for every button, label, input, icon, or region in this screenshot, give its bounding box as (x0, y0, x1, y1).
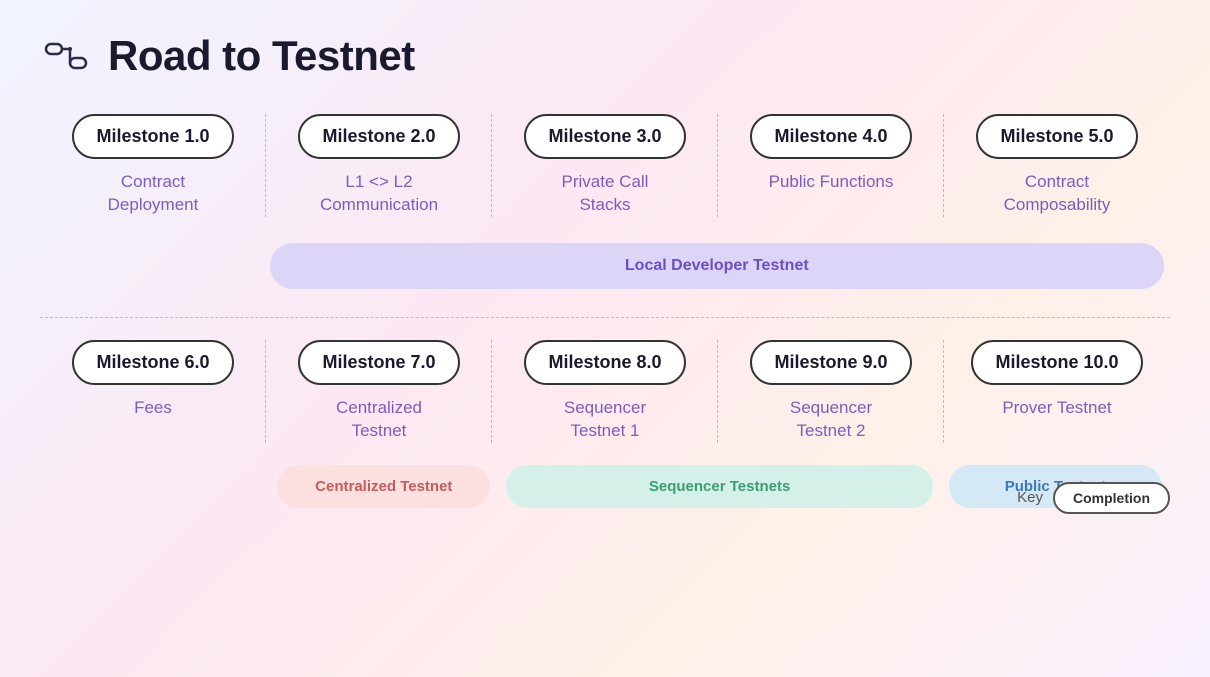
milestone-7-label: CentralizedTestnet (336, 397, 422, 443)
page-header: Road to Testnet (40, 30, 1170, 82)
milestone-col-4: Milestone 4.0 Public Functions (718, 114, 944, 217)
milestone-col-3: Milestone 3.0 Private CallStacks (492, 114, 718, 217)
milestone-3-badge: Milestone 3.0 (524, 114, 685, 159)
milestone-6-label: Fees (134, 397, 172, 420)
milestone-10-badge: Milestone 10.0 (971, 340, 1142, 385)
milestone-4-badge: Milestone 4.0 (750, 114, 911, 159)
milestone-1-label: ContractDeployment (108, 171, 199, 217)
milestone-col-2: Milestone 2.0 L1 <> L2Communication (266, 114, 492, 217)
bottom-bands-row: Centralized Testnet Sequencer Testnets P… (40, 461, 1170, 512)
local-dev-band-row: Local Developer Testnet (40, 233, 1170, 299)
key-completion-pill: Completion (1053, 482, 1170, 514)
key-area: Key Completion (1017, 482, 1170, 514)
milestone-7-badge: Milestone 7.0 (298, 340, 459, 385)
page-title: Road to Testnet (108, 32, 415, 80)
centralized-testnet-band: Centralized Testnet (277, 465, 490, 508)
milestone-5-badge: Milestone 5.0 (976, 114, 1137, 159)
milestone-6-badge: Milestone 6.0 (72, 340, 233, 385)
milestone-9-label: SequencerTestnet 2 (790, 397, 872, 443)
milestone-col-9: Milestone 9.0 SequencerTestnet 2 (718, 340, 944, 443)
milestone-col-10: Milestone 10.0 Prover Testnet (944, 340, 1170, 443)
milestone-1-badge: Milestone 1.0 (72, 114, 233, 159)
top-milestones-row: Milestone 1.0 ContractDeployment Milesto… (40, 114, 1170, 217)
milestone-4-label: Public Functions (769, 171, 894, 194)
milestone-8-badge: Milestone 8.0 (524, 340, 685, 385)
roadmap-icon (40, 30, 92, 82)
milestone-2-label: L1 <> L2Communication (320, 171, 438, 217)
milestone-5-label: ContractComposability (1004, 171, 1111, 217)
local-dev-testnet-band: Local Developer Testnet (270, 243, 1164, 289)
milestone-9-badge: Milestone 9.0 (750, 340, 911, 385)
row-divider (40, 317, 1170, 318)
milestone-col-8: Milestone 8.0 SequencerTestnet 1 (492, 340, 718, 443)
page-container: Road to Testnet Milestone 1.0 ContractDe… (0, 0, 1210, 542)
sequencer-testnets-band: Sequencer Testnets (506, 465, 932, 508)
milestone-8-label: SequencerTestnet 1 (564, 397, 646, 443)
milestone-col-1: Milestone 1.0 ContractDeployment (40, 114, 266, 217)
band-cell-sequencer: Sequencer Testnets (498, 461, 940, 512)
band-cell-empty-1 (40, 461, 269, 512)
milestone-col-5: Milestone 5.0 ContractComposability (944, 114, 1170, 217)
milestone-col-6: Milestone 6.0 Fees (40, 340, 266, 443)
milestone-col-7: Milestone 7.0 CentralizedTestnet (266, 340, 492, 443)
milestone-10-label: Prover Testnet (1002, 397, 1111, 420)
key-label: Key (1017, 489, 1043, 506)
bottom-milestones-row: Milestone 6.0 Fees Milestone 7.0 Central… (40, 340, 1170, 443)
milestone-3-label: Private CallStacks (562, 171, 649, 217)
milestone-2-badge: Milestone 2.0 (298, 114, 459, 159)
band-cell-centralized: Centralized Testnet (269, 461, 498, 512)
